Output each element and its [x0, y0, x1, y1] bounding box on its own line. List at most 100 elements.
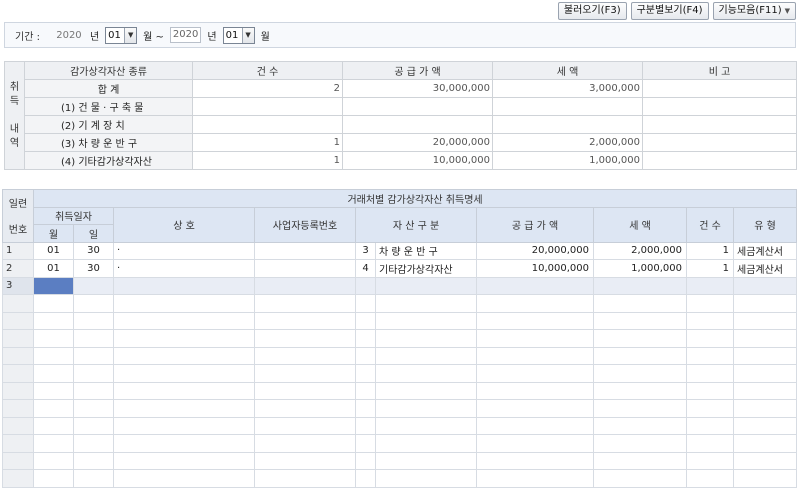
- empty-row[interactable]: [2, 469, 798, 488]
- month-cell[interactable]: 01: [33, 259, 74, 278]
- empty-cell[interactable]: [113, 381, 255, 400]
- empty-cell[interactable]: [73, 346, 114, 365]
- empty-cell[interactable]: [113, 294, 255, 313]
- count-cell[interactable]: 1: [686, 241, 734, 260]
- empty-cell[interactable]: [254, 329, 356, 348]
- company-cell[interactable]: [113, 276, 255, 295]
- empty-cell[interactable]: [355, 416, 376, 435]
- empty-cell[interactable]: [33, 329, 74, 348]
- empty-cell[interactable]: [476, 346, 594, 365]
- empty-cell[interactable]: [254, 364, 356, 383]
- empty-cell[interactable]: [476, 329, 594, 348]
- empty-cell[interactable]: [113, 434, 255, 453]
- kind-cell[interactable]: [732, 276, 798, 295]
- empty-cell[interactable]: [254, 469, 356, 488]
- empty-cell[interactable]: [593, 399, 687, 418]
- empty-cell[interactable]: [375, 381, 477, 400]
- empty-cell[interactable]: [732, 294, 798, 313]
- empty-cell[interactable]: [732, 399, 798, 418]
- empty-cell[interactable]: [254, 381, 356, 400]
- empty-cell[interactable]: [593, 346, 687, 365]
- load-button[interactable]: 불러오기(F3): [557, 2, 627, 20]
- empty-cell[interactable]: [593, 416, 687, 435]
- empty-cell[interactable]: [254, 451, 356, 470]
- empty-cell[interactable]: [355, 364, 376, 383]
- empty-cell[interactable]: [593, 311, 687, 330]
- empty-row[interactable]: [2, 364, 798, 383]
- code-cell[interactable]: [355, 276, 376, 295]
- empty-cell[interactable]: [33, 311, 74, 330]
- empty-cell[interactable]: [113, 399, 255, 418]
- empty-row[interactable]: [2, 399, 798, 418]
- day-cell[interactable]: 30: [73, 241, 114, 260]
- empty-cell[interactable]: [732, 434, 798, 453]
- empty-cell[interactable]: [355, 346, 376, 365]
- empty-cell[interactable]: [686, 469, 734, 488]
- note-cell[interactable]: [642, 133, 797, 152]
- empty-cell[interactable]: [476, 311, 594, 330]
- empty-cell[interactable]: [33, 469, 74, 488]
- asset-cell[interactable]: 차 량 운 반 구: [375, 241, 477, 260]
- empty-cell[interactable]: [355, 469, 376, 488]
- empty-cell[interactable]: [73, 416, 114, 435]
- empty-cell[interactable]: [254, 346, 356, 365]
- empty-cell[interactable]: [476, 469, 594, 488]
- empty-cell[interactable]: [476, 451, 594, 470]
- empty-cell[interactable]: [73, 311, 114, 330]
- empty-cell[interactable]: [732, 346, 798, 365]
- empty-cell[interactable]: [375, 294, 477, 313]
- tax-cell[interactable]: 1,000,000: [593, 259, 687, 278]
- empty-cell[interactable]: [686, 451, 734, 470]
- tax-cell[interactable]: [593, 276, 687, 295]
- view-by-type-button[interactable]: 구분별보기(F4): [630, 2, 709, 20]
- empty-cell[interactable]: [686, 416, 734, 435]
- functions-menu-button[interactable]: 기능모음(F11) ▼: [712, 2, 796, 20]
- empty-cell[interactable]: [593, 451, 687, 470]
- empty-cell[interactable]: [375, 469, 477, 488]
- empty-cell[interactable]: [73, 294, 114, 313]
- from-month-select[interactable]: 01 ▼: [105, 26, 138, 44]
- note-cell[interactable]: [642, 115, 797, 134]
- empty-cell[interactable]: [593, 329, 687, 348]
- empty-cell[interactable]: [476, 294, 594, 313]
- empty-cell[interactable]: [732, 381, 798, 400]
- company-cell[interactable]: ·: [113, 241, 255, 260]
- note-cell[interactable]: [642, 79, 797, 98]
- bizno-cell[interactable]: [254, 276, 356, 295]
- empty-cell[interactable]: [33, 381, 74, 400]
- asset-cell[interactable]: 기타감가상각자산: [375, 259, 477, 278]
- supply-cell[interactable]: 20,000,000: [476, 241, 594, 260]
- empty-cell[interactable]: [73, 469, 114, 488]
- empty-row[interactable]: [2, 381, 798, 400]
- empty-cell[interactable]: [476, 364, 594, 383]
- empty-cell[interactable]: [355, 451, 376, 470]
- empty-cell[interactable]: [355, 329, 376, 348]
- empty-cell[interactable]: [33, 399, 74, 418]
- empty-cell[interactable]: [476, 434, 594, 453]
- empty-cell[interactable]: [113, 311, 255, 330]
- supply-cell[interactable]: [476, 276, 594, 295]
- empty-cell[interactable]: [73, 434, 114, 453]
- empty-cell[interactable]: [732, 364, 798, 383]
- empty-cell[interactable]: [355, 294, 376, 313]
- empty-cell[interactable]: [113, 329, 255, 348]
- empty-cell[interactable]: [355, 434, 376, 453]
- table-row[interactable]: 3: [2, 276, 798, 295]
- empty-cell[interactable]: [33, 451, 74, 470]
- company-cell[interactable]: ·: [113, 259, 255, 278]
- empty-cell[interactable]: [73, 381, 114, 400]
- dropdown-arrow-icon[interactable]: ▼: [241, 27, 254, 43]
- empty-cell[interactable]: [593, 364, 687, 383]
- empty-cell[interactable]: [686, 329, 734, 348]
- empty-cell[interactable]: [33, 294, 74, 313]
- empty-cell[interactable]: [476, 381, 594, 400]
- empty-cell[interactable]: [355, 381, 376, 400]
- table-row[interactable]: 2 01 30 · 4 기타감가상각자산 10,000,000 1,000,000 1 세금계산서: [2, 259, 798, 278]
- empty-row[interactable]: [2, 311, 798, 330]
- empty-cell[interactable]: [732, 451, 798, 470]
- empty-cell[interactable]: [686, 311, 734, 330]
- empty-cell[interactable]: [113, 364, 255, 383]
- empty-cell[interactable]: [375, 451, 477, 470]
- table-row[interactable]: 1 01 30 · 3 차 량 운 반 구 20,000,000 2,000,000 1 세금계산…: [2, 241, 798, 260]
- empty-row[interactable]: [2, 329, 798, 348]
